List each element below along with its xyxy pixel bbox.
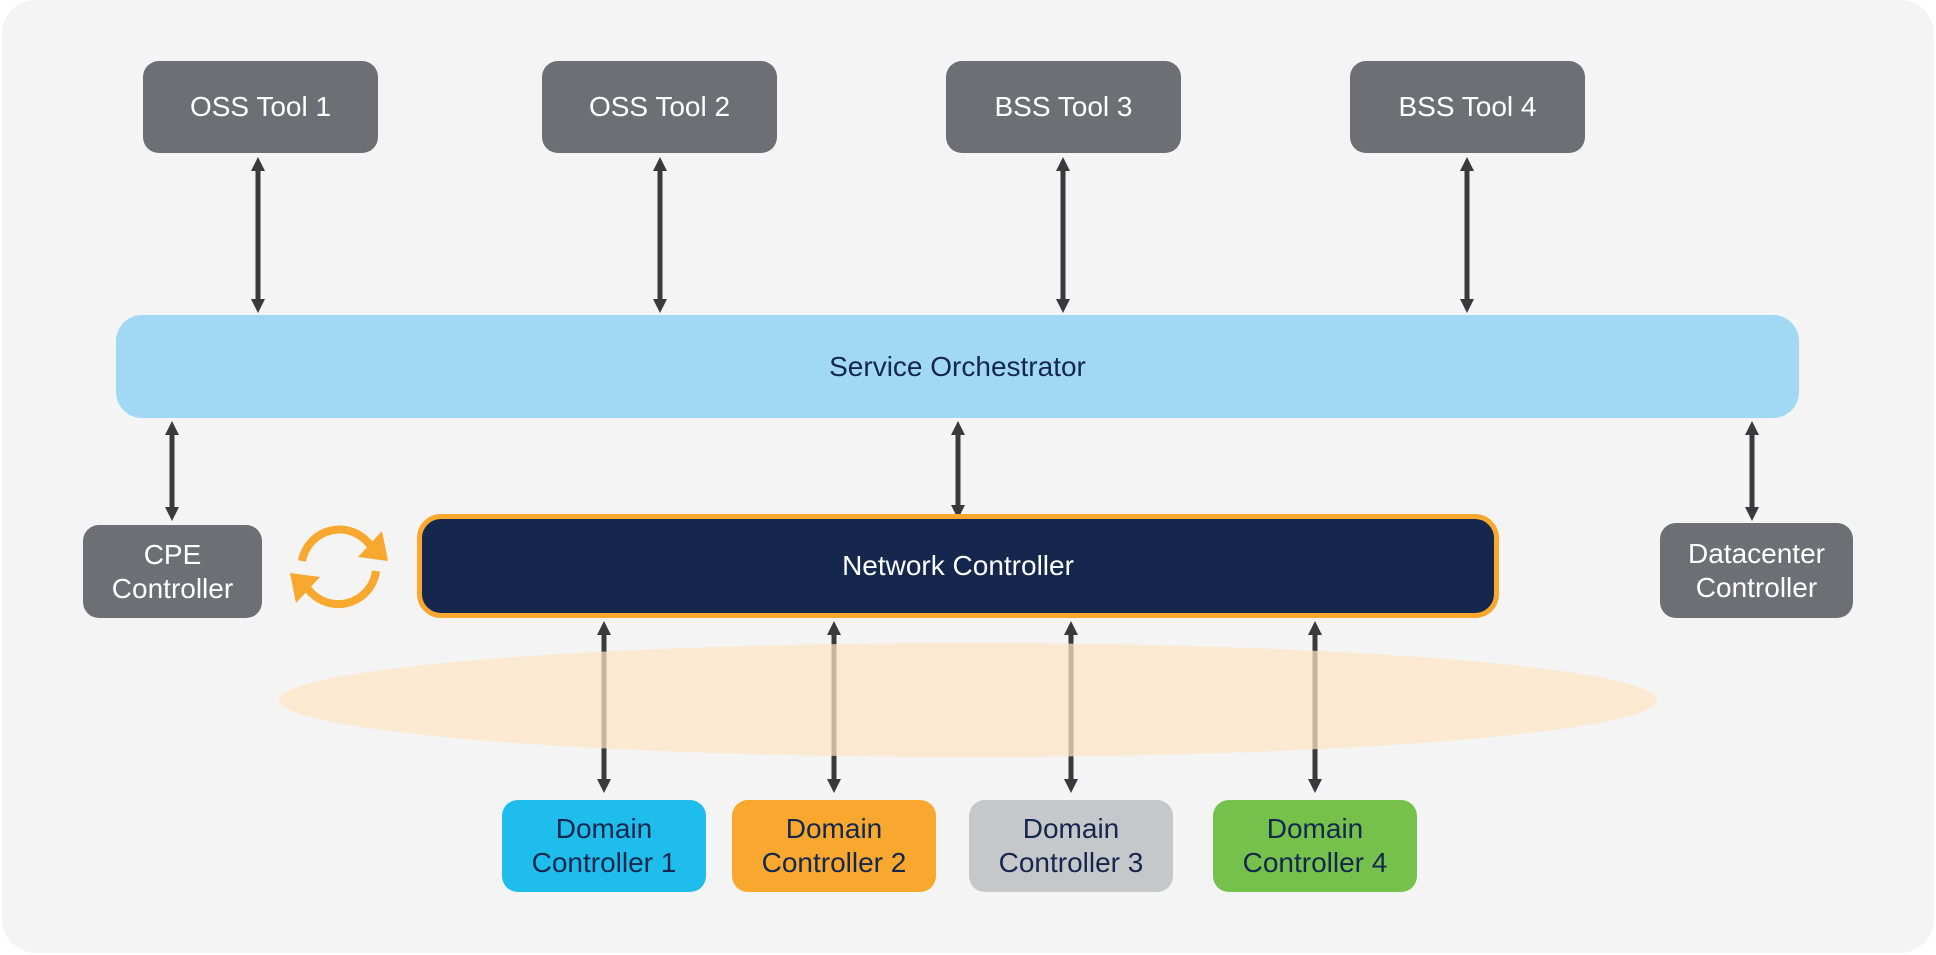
domain-controller-1-label: Domain Controller 1: [531, 813, 677, 878]
bss-tool-3-box[interactable]: BSS Tool 3: [946, 61, 1181, 153]
domain-controller-1-box[interactable]: Domain Controller 1: [502, 800, 706, 892]
oss-tool-2-label: OSS Tool 2: [588, 91, 731, 123]
domain-controller-2-label: Domain Controller 2: [761, 813, 907, 878]
domain-controller-3-box[interactable]: Domain Controller 3: [969, 800, 1173, 892]
bss-tool-3-label: BSS Tool 3: [994, 91, 1133, 123]
cpe-controller-box[interactable]: CPE Controller: [83, 525, 262, 618]
service-orchestrator-label: Service Orchestrator: [829, 350, 1086, 382]
domain-controller-4-label: Domain Controller 4: [1242, 813, 1388, 878]
bss-tool-4-box[interactable]: BSS Tool 4: [1350, 61, 1585, 153]
cpe-controller-label: CPE Controller: [111, 538, 234, 604]
bss-tool-4-label: BSS Tool 4: [1398, 91, 1537, 123]
network-controller-label: Network Controller: [842, 550, 1074, 582]
service-orchestrator-box[interactable]: Service Orchestrator: [116, 315, 1799, 418]
datacenter-controller-label: Datacenter Controller: [1688, 537, 1825, 603]
domain-controller-2-box[interactable]: Domain Controller 2: [732, 800, 936, 892]
oss-tool-1-label: OSS Tool 1: [189, 91, 332, 123]
datacenter-controller-box[interactable]: Datacenter Controller: [1660, 523, 1853, 618]
domain-controller-3-label: Domain Controller 3: [998, 813, 1144, 878]
oss-tool-1-box[interactable]: OSS Tool 1: [143, 61, 378, 153]
domain-controller-4-box[interactable]: Domain Controller 4: [1213, 800, 1417, 892]
refresh-cycle-icon: [290, 525, 388, 609]
oss-tool-2-box[interactable]: OSS Tool 2: [542, 61, 777, 153]
network-controller-box[interactable]: Network Controller: [417, 514, 1499, 618]
